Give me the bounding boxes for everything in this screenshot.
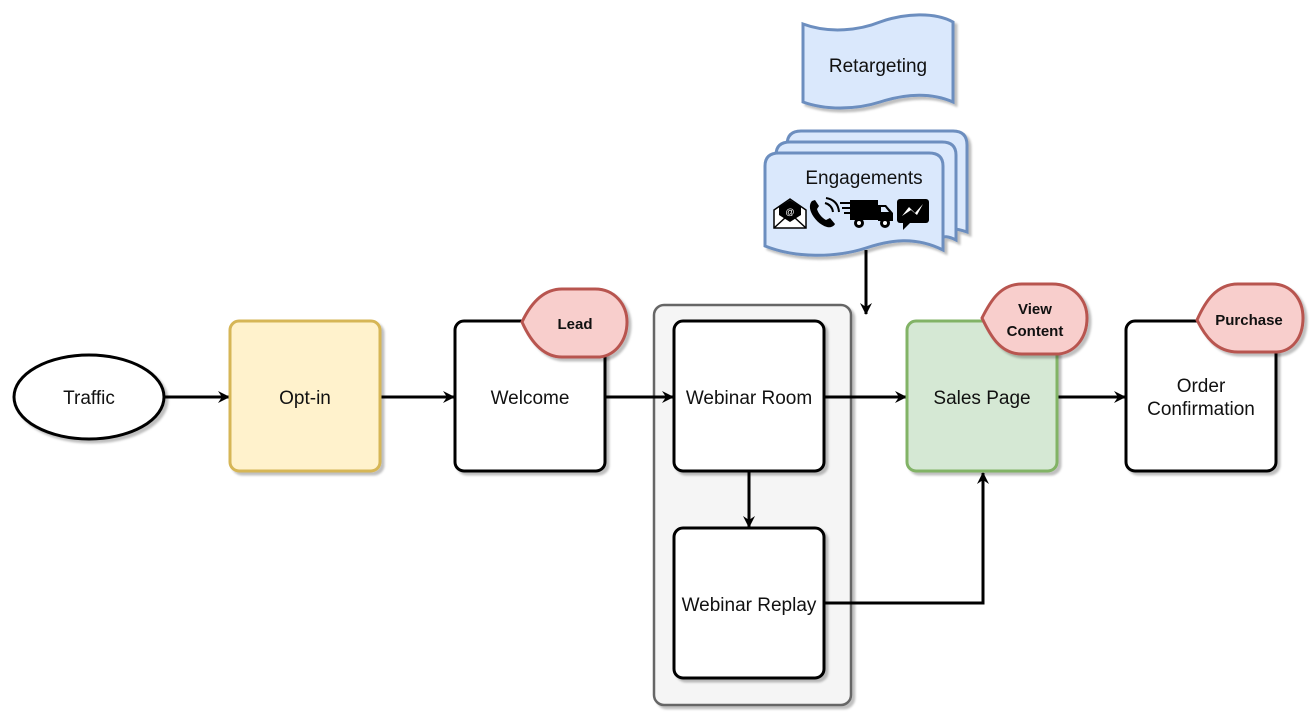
- node-order-confirmation-label-1: Order: [1177, 376, 1226, 397]
- node-engagements-label: Engagements: [805, 168, 922, 189]
- event-lead-label: Lead: [557, 316, 592, 333]
- event-view-content[interactable]: View Content: [980, 282, 1089, 356]
- svg-text:@: @: [785, 207, 794, 217]
- node-traffic-label: Traffic: [63, 388, 115, 409]
- node-webinar-room-label: Webinar Room: [686, 388, 812, 409]
- node-welcome-label: Welcome: [491, 388, 570, 409]
- node-webinar-replay-label: Webinar Replay: [682, 595, 817, 616]
- node-traffic[interactable]: Traffic: [12, 353, 166, 441]
- node-retargeting[interactable]: Retargeting: [801, 13, 955, 110]
- node-order-confirmation-label-2: Confirmation: [1147, 399, 1255, 420]
- event-view-content-label-1: View: [1018, 301, 1052, 318]
- event-lead[interactable]: Lead: [520, 287, 629, 359]
- node-opt-in-label: Opt-in: [279, 388, 331, 409]
- node-webinar-room[interactable]: Webinar Room: [672, 319, 826, 473]
- funnel-diagram: Traffic Opt-in Welcome Lead Webinar Room…: [12, 13, 1305, 707]
- event-view-content-label-2: Content: [1007, 323, 1064, 340]
- node-engagements[interactable]: [763, 129, 969, 257]
- node-sales-page-label: Sales Page: [933, 388, 1030, 409]
- event-purchase-label: Purchase: [1215, 312, 1283, 329]
- node-webinar-replay[interactable]: Webinar Replay: [672, 526, 826, 680]
- node-opt-in[interactable]: Opt-in: [228, 319, 382, 473]
- node-retargeting-label: Retargeting: [829, 56, 927, 77]
- event-purchase[interactable]: Purchase: [1195, 282, 1305, 354]
